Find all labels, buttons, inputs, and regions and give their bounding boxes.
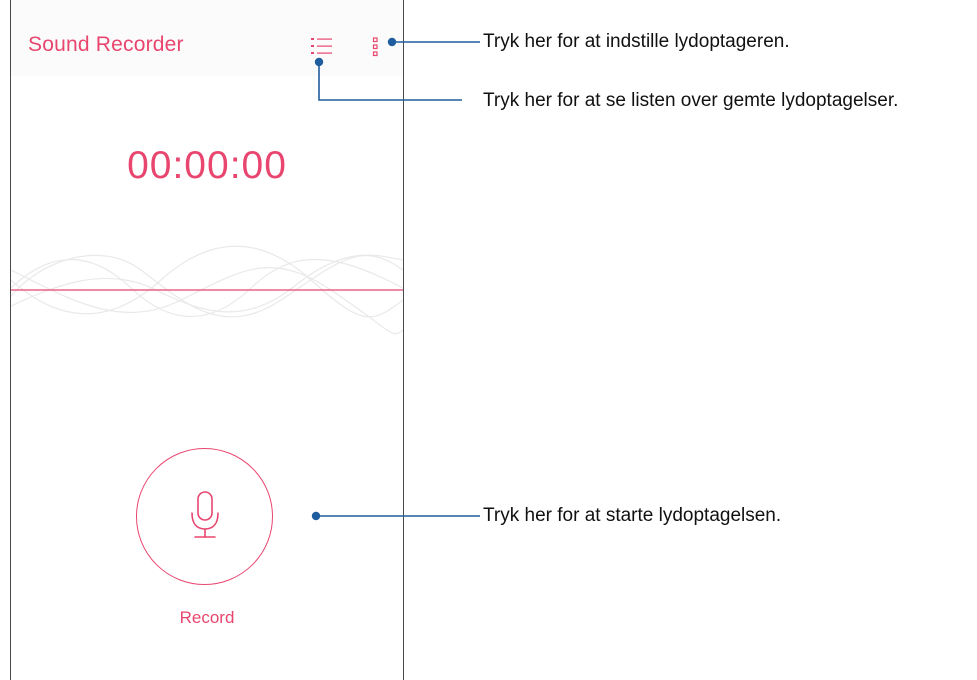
phone-screen: Sound Recorder 00:00:00 Record [10, 0, 404, 680]
recordings-list-button[interactable] [309, 36, 335, 58]
record-button[interactable] [136, 448, 273, 585]
record-label: Record [179, 608, 235, 627]
app-bar: Sound Recorder [11, 0, 403, 76]
more-options-button[interactable] [369, 36, 383, 58]
recording-timer: 00:00:00 [127, 144, 287, 187]
callout-record-text: Tryk her for at starte lydoptagelsen. [483, 505, 782, 526]
waveform [11, 245, 403, 335]
more-vertical-icon [372, 37, 378, 57]
callout-list-text: Tryk her for at se listen over gemte lyd… [483, 90, 899, 111]
list-icon [311, 38, 332, 54]
microphone-icon [191, 491, 219, 538]
app-title: Sound Recorder [28, 33, 184, 56]
callout-settings-text: Tryk her for at indstille lydoptageren. [483, 31, 790, 52]
